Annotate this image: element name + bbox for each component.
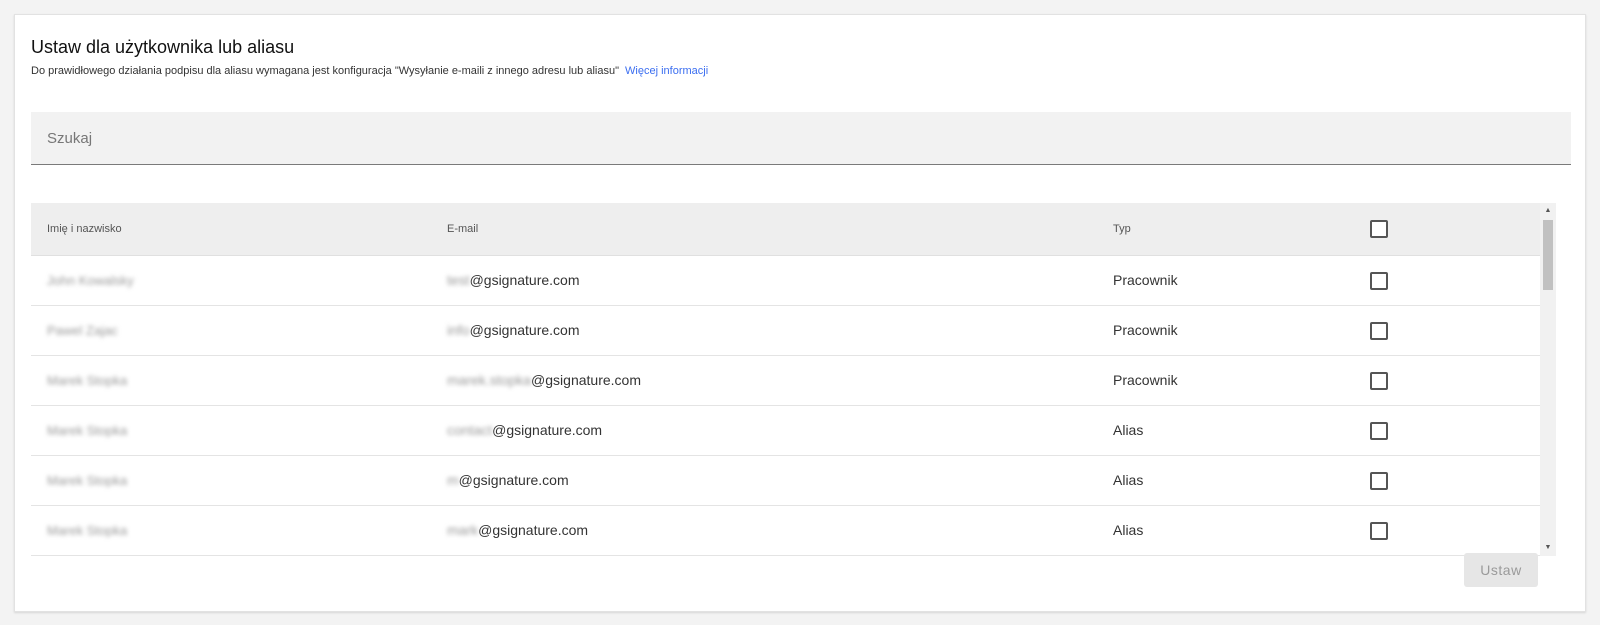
subtitle-text: Do prawidłowego działania podpisu dla al… (31, 65, 619, 77)
email-domain: @gsignature.com (458, 472, 569, 488)
table-row: John Kowalsky test@gsignature.com Pracow… (31, 256, 1540, 306)
table-row: Marek Stopka mark@gsignature.com Alias (31, 506, 1540, 556)
email-domain: @gsignature.com (492, 422, 603, 438)
user-name: John Kowalsky (47, 273, 134, 288)
search-field[interactable] (31, 112, 1571, 165)
table-row: Pawel Zajac info@gsignature.com Pracowni… (31, 306, 1540, 356)
table-header: Imię i nazwisko E-mail Typ (31, 203, 1540, 256)
alias-info-text: Do prawidłowego działania podpisu dla al… (31, 65, 708, 77)
row-checkbox[interactable] (1370, 371, 1388, 390)
user-type: Alias (1113, 522, 1144, 538)
user-type: Pracownik (1113, 272, 1178, 288)
column-header-name: Imię i nazwisko (47, 223, 122, 235)
user-type: Alias (1113, 472, 1144, 488)
user-name: Marek Stopka (47, 373, 128, 388)
table-row: Marek Stopka marek.stopka@gsignature.com… (31, 356, 1540, 406)
table-row: Marek Stopka m@gsignature.com Alias (31, 456, 1540, 506)
email-local-part: marek.stopka (447, 372, 532, 388)
user-email: test@gsignature.com (447, 256, 580, 305)
triangle-up-icon[interactable]: ▲ (1540, 203, 1556, 219)
more-info-link[interactable]: Więcej informacji (625, 65, 708, 77)
email-local-part: m (447, 472, 459, 488)
user-type: Alias (1113, 422, 1144, 438)
user-email: mark@gsignature.com (447, 506, 588, 555)
email-domain: @gsignature.com (469, 322, 580, 338)
user-name: Pawel Zajac (47, 323, 118, 338)
user-name: Marek Stopka (47, 423, 128, 438)
email-domain: @gsignature.com (531, 372, 641, 388)
user-name: Marek Stopka (47, 473, 128, 488)
user-email: info@gsignature.com (447, 306, 580, 355)
page-title: Ustaw dla użytkownika lub aliasu (31, 37, 295, 57)
users-table: Imię i nazwisko E-mail Typ John Kowalsky… (31, 203, 1571, 556)
email-local-part: info (447, 322, 470, 338)
user-email: contact@gsignature.com (447, 406, 602, 455)
user-type: Pracownik (1113, 372, 1178, 388)
row-checkbox[interactable] (1370, 471, 1388, 490)
row-checkbox[interactable] (1370, 321, 1388, 340)
user-email: marek.stopka@gsignature.com (447, 356, 641, 405)
column-header-type: Typ (1113, 223, 1131, 235)
user-email: m@gsignature.com (447, 456, 569, 505)
triangle-down-icon[interactable]: ▼ (1540, 540, 1556, 556)
assign-signature-card: Ustaw dla użytkownika lub aliasu Do praw… (14, 14, 1586, 612)
select-all-checkbox[interactable] (1370, 220, 1388, 238)
table-row: Marek Stopka contact@gsignature.com Alia… (31, 406, 1540, 456)
email-domain: @gsignature.com (469, 272, 580, 288)
row-checkbox[interactable] (1370, 521, 1388, 540)
row-checkbox[interactable] (1370, 421, 1388, 440)
column-header-email: E-mail (447, 223, 479, 235)
user-name: Marek Stopka (47, 523, 128, 538)
ustaw-button[interactable]: Ustaw (1464, 553, 1538, 587)
user-type: Pracownik (1113, 322, 1178, 338)
scrollbar-thumb[interactable] (1543, 220, 1553, 290)
email-local-part: contact (447, 422, 493, 438)
row-checkbox[interactable] (1370, 271, 1388, 290)
table-scrollbar[interactable]: ▲ ▼ (1540, 203, 1556, 556)
search-input[interactable] (31, 112, 1571, 164)
email-local-part: test (447, 272, 470, 288)
email-local-part: mark (447, 522, 479, 538)
email-domain: @gsignature.com (478, 522, 589, 538)
